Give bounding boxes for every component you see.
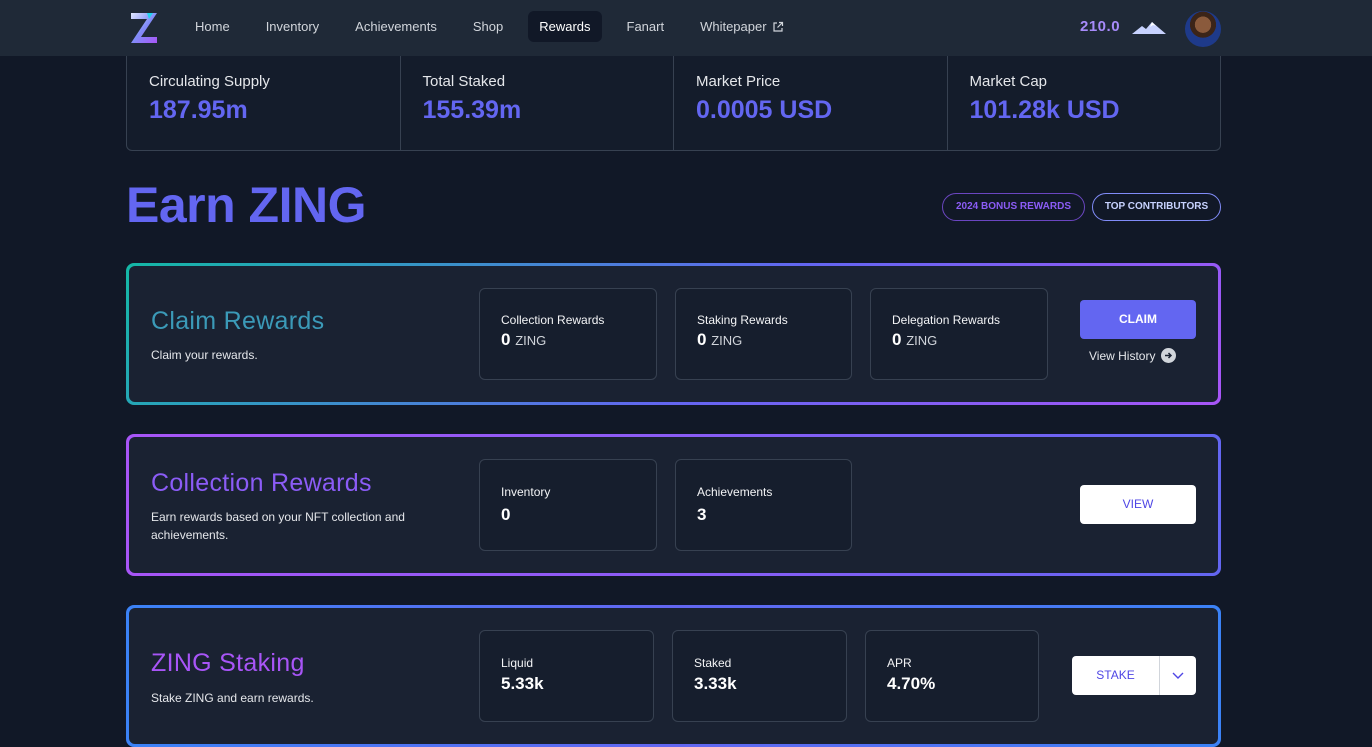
zing-logo-icon[interactable]: [129, 11, 159, 45]
box-value: 3.33k: [694, 674, 737, 693]
box-value: 0 ZING: [892, 330, 938, 349]
card-title: ZING Staking: [151, 649, 305, 677]
collection-rewards-box: Collection Rewards 0 ZING: [479, 288, 657, 380]
zing-balance[interactable]: 210.0: [1080, 18, 1120, 35]
stat-circulating-supply: Circulating Supply 187.95m: [127, 56, 401, 150]
nav-shop[interactable]: Shop: [462, 11, 514, 42]
liquid-box: Liquid 5.33k: [479, 630, 654, 722]
nav-inventory[interactable]: Inventory: [255, 11, 330, 42]
card-description: Stake ZING and earn rewards.: [151, 691, 314, 705]
box-label: Inventory: [501, 485, 551, 499]
stat-market-price: Market Price 0.0005 USD: [674, 56, 948, 150]
nav-achievements[interactable]: Achievements: [344, 11, 448, 42]
top-contributors-button[interactable]: TOP CONTRIBUTORS: [1092, 193, 1221, 221]
box-label: Achievements: [697, 485, 773, 499]
box-label: Delegation Rewards: [892, 313, 1001, 327]
box-label: Staking Rewards: [697, 313, 788, 327]
nav-fanart[interactable]: Fanart: [616, 11, 676, 42]
stat-label: Total Staked: [422, 73, 506, 90]
view-history-link[interactable]: View History: [1089, 348, 1177, 363]
user-avatar[interactable]: [1185, 11, 1221, 47]
stat-label: Circulating Supply: [149, 73, 270, 90]
box-value: 4.70%: [887, 674, 936, 693]
inventory-box: Inventory 0: [479, 459, 657, 551]
stat-total-staked: Total Staked 155.39m: [401, 56, 674, 150]
zing-staking-card: ZING Staking Stake ZING and earn rewards…: [126, 605, 1221, 747]
mountain-icon: [1132, 22, 1166, 34]
card-title: Claim Rewards: [151, 307, 325, 335]
box-value: 0: [501, 505, 511, 524]
top-nav: Home Inventory Achievements Shop Rewards…: [0, 0, 1372, 56]
delegation-rewards-box: Delegation Rewards 0 ZING: [870, 288, 1048, 380]
stat-value: 187.95m: [149, 96, 248, 124]
external-link-icon: [772, 21, 783, 32]
stake-dropdown-toggle[interactable]: [1159, 656, 1196, 695]
staked-box: Staked 3.33k: [672, 630, 847, 722]
claim-button[interactable]: CLAIM: [1080, 300, 1196, 339]
achievements-box: Achievements 3: [675, 459, 852, 551]
apr-box: APR 4.70%: [865, 630, 1039, 722]
card-title: Collection Rewards: [151, 469, 372, 497]
bonus-rewards-button[interactable]: 2024 BONUS REWARDS: [942, 193, 1085, 221]
box-label: Collection Rewards: [501, 313, 605, 327]
stat-market-cap: Market Cap 101.28k USD: [948, 56, 1221, 150]
view-collection-button[interactable]: VIEW: [1080, 485, 1196, 524]
box-value: 0 ZING: [697, 330, 743, 349]
stat-value: 101.28k USD: [969, 96, 1120, 124]
stat-label: Market Price: [696, 73, 781, 90]
box-value: 5.33k: [501, 674, 544, 693]
chevron-down-icon: [1172, 672, 1184, 679]
page-title: Earn ZING: [126, 177, 366, 233]
box-label: Staked: [694, 656, 732, 670]
box-value: 3: [697, 505, 707, 524]
collection-rewards-card: Collection Rewards Earn rewards based on…: [126, 434, 1221, 576]
stat-value: 155.39m: [422, 96, 522, 124]
box-label: Liquid: [501, 656, 534, 670]
nav-home[interactable]: Home: [184, 11, 241, 42]
nav-whitepaper[interactable]: Whitepaper: [689, 11, 794, 42]
box-label: APR: [887, 656, 912, 670]
stake-button-group: STAKE: [1072, 656, 1196, 695]
arrow-right-icon: [1161, 348, 1177, 363]
stat-value: 0.0005 USD: [696, 96, 833, 124]
token-stats: Circulating Supply 187.95m Total Staked …: [126, 56, 1221, 151]
claim-rewards-card: Claim Rewards Claim your rewards. Collec…: [126, 263, 1221, 405]
box-value: 0 ZING: [501, 330, 547, 349]
card-description: Earn rewards based on your NFT collectio…: [151, 510, 405, 542]
staking-rewards-box: Staking Rewards 0 ZING: [675, 288, 852, 380]
card-description: Claim your rewards.: [151, 348, 258, 362]
nav-rewards[interactable]: Rewards: [528, 11, 602, 42]
stat-label: Market Cap: [969, 73, 1048, 90]
stake-button[interactable]: STAKE: [1072, 656, 1159, 695]
nav-links: Home Inventory Achievements Shop Rewards…: [184, 11, 809, 42]
